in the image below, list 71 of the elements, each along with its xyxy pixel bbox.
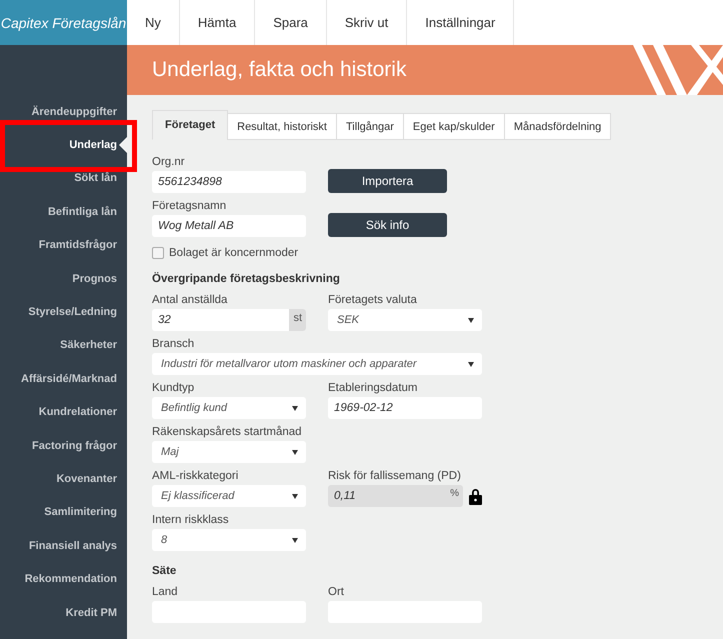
sidebar-item[interactable]: Kovenanter bbox=[0, 462, 127, 496]
tab[interactable]: Månadsfördelning bbox=[504, 113, 612, 140]
tab[interactable]: Resultat, historiskt bbox=[227, 113, 337, 140]
dropdown-value: Befintlig kund bbox=[161, 402, 228, 414]
field-label: Bransch bbox=[152, 338, 196, 350]
field-label: Land bbox=[152, 586, 179, 598]
field-value: Wog Metall AB bbox=[158, 220, 235, 232]
sidebar-item[interactable]: Finansiell analys bbox=[0, 529, 127, 562]
dropdown[interactable]: Industri för metallvaror utom maskiner och apparater bbox=[152, 353, 482, 375]
input-field[interactable]: 5561234898 bbox=[152, 171, 306, 193]
caret-icon bbox=[292, 538, 298, 542]
caret-icon bbox=[468, 362, 474, 366]
field-label: Kundtyp bbox=[152, 382, 196, 394]
number-field[interactable]: 32 st bbox=[152, 309, 306, 331]
field-label: Räkenskapsårets startmånad bbox=[152, 426, 303, 438]
sidebar-item[interactable]: Samlimitering bbox=[0, 496, 127, 530]
sidebar-item[interactable]: Befintliga lån bbox=[0, 195, 127, 229]
sidebar-item[interactable]: Prognos bbox=[0, 262, 127, 296]
sidebar-item[interactable]: Factoring frågor bbox=[0, 428, 127, 462]
dropdown-value: Maj bbox=[161, 446, 180, 458]
field-label: Ort bbox=[328, 586, 345, 598]
unit-label: st bbox=[289, 309, 306, 331]
field-value: 5561234898 bbox=[158, 176, 223, 188]
sidebar-item[interactable]: Sökt lån bbox=[0, 162, 127, 196]
field-value: 0,11 bbox=[334, 490, 357, 502]
section-heading: Övergripande företagsbeskrivning bbox=[152, 273, 341, 285]
field-label: Risk för fallissemang (PD) bbox=[328, 470, 462, 482]
caret-icon bbox=[292, 494, 298, 498]
field-label: AML-riskkategori bbox=[152, 470, 240, 482]
field-value: 32 bbox=[158, 314, 172, 326]
dropdown-value: Industri för metallvaror utom maskiner och apparater bbox=[161, 358, 418, 370]
page-title: Underlag, fakta och historik bbox=[152, 58, 406, 82]
lock-icon bbox=[469, 488, 482, 504]
unit-label: % bbox=[450, 487, 459, 499]
sidebar-item[interactable]: Kundrelationer bbox=[0, 396, 127, 429]
sidebar-item[interactable]: Rekommendation bbox=[0, 562, 127, 596]
dropdown-value: SEK bbox=[337, 314, 360, 326]
sidebar-item[interactable]: Kredit PM bbox=[0, 596, 127, 630]
field-label: Org.nr bbox=[152, 156, 186, 168]
dropdown[interactable]: Maj bbox=[152, 441, 306, 463]
dropdown[interactable]: 8 bbox=[152, 529, 306, 551]
dropdown-value: 8 bbox=[161, 534, 168, 546]
tab[interactable]: Eget kap/skulder bbox=[402, 113, 505, 140]
tab[interactable]: Tillgångar bbox=[336, 113, 404, 140]
sidebar-item[interactable]: Säkerheter bbox=[0, 328, 127, 362]
checkbox[interactable] bbox=[152, 247, 164, 259]
checkbox-label: Bolaget är koncernmoder bbox=[169, 247, 298, 259]
input-field[interactable]: 1969-02-12 bbox=[328, 397, 482, 419]
field-label: Företagsnamn bbox=[152, 200, 228, 212]
dropdown-value: Ej klassificerad bbox=[161, 490, 236, 502]
field-value: 1969-02-12 bbox=[334, 402, 394, 414]
field-label: Företagets valuta bbox=[328, 294, 418, 306]
field-label: Antal anställda bbox=[152, 294, 228, 306]
caret-icon bbox=[292, 406, 298, 410]
app-title: Capitex Företagslån bbox=[0, 0, 127, 45]
dropdown[interactable]: Befintlig kund bbox=[152, 397, 306, 419]
sidebar-item[interactable]: Styrelse/Ledning bbox=[0, 295, 127, 329]
sidebar-item[interactable]: Framtidsfrågor bbox=[0, 228, 127, 262]
tab[interactable]: Företaget bbox=[152, 110, 228, 140]
input-field[interactable]: Wog Metall AB bbox=[152, 215, 306, 237]
caret-icon bbox=[468, 318, 474, 322]
caret-icon bbox=[292, 450, 298, 454]
action-button[interactable]: Importera bbox=[328, 169, 447, 193]
section-heading: Säte bbox=[152, 565, 178, 577]
dropdown[interactable]: Ej klassificerad bbox=[152, 485, 306, 507]
sidebar-item[interactable]: Affärsidé/Marknad bbox=[0, 362, 127, 396]
field-label: Intern riskklass bbox=[152, 514, 230, 526]
dropdown[interactable]: SEK bbox=[328, 309, 482, 331]
action-button[interactable]: Sök info bbox=[328, 213, 447, 237]
sidebar-item[interactable]: Ärendeuppgifter bbox=[0, 95, 127, 128]
field-label: Etableringsdatum bbox=[328, 382, 418, 394]
